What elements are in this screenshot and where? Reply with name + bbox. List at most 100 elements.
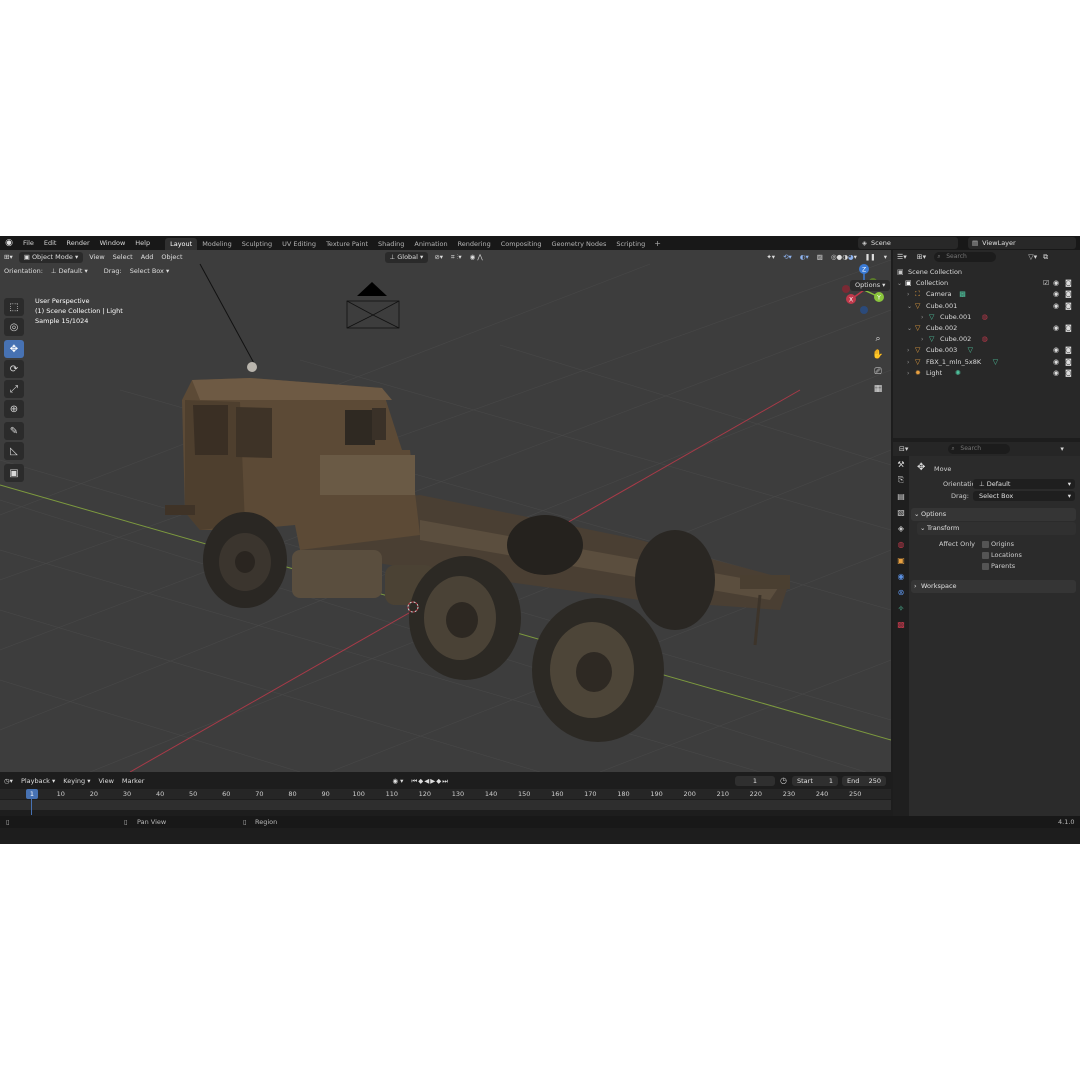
- playback-controls[interactable]: ⏮◆◀▶◆⏭: [407, 775, 453, 787]
- orientation-dropdown[interactable]: ⊥ Default ▾: [47, 265, 92, 277]
- exclude-checkbox-icon[interactable]: ☑: [1043, 278, 1049, 289]
- keyframe-track[interactable]: [0, 800, 891, 810]
- scene-tab-icon[interactable]: ◈: [893, 520, 909, 536]
- end-frame-field[interactable]: End 250: [842, 776, 886, 786]
- transform-orientation-selector[interactable]: ⊥ Global ▾: [384, 251, 429, 263]
- tab-modeling[interactable]: Modeling: [197, 238, 237, 250]
- perspective-toggle-icon[interactable]: ▦: [870, 381, 886, 396]
- camera-view-icon[interactable]: ⎚: [870, 364, 886, 379]
- options-panel-header[interactable]: ⌄ Options: [911, 508, 1076, 521]
- expand-chevron-icon[interactable]: ⌄: [907, 323, 912, 334]
- expand-chevron-icon[interactable]: ⌄: [907, 301, 912, 312]
- add-cube-tool-icon[interactable]: ▣: [4, 464, 24, 482]
- pivot-icon[interactable]: ⊘▾: [430, 251, 447, 263]
- menu-help[interactable]: Help: [130, 236, 155, 250]
- collapse-chevron-icon[interactable]: ›: [907, 357, 909, 368]
- outliner-row[interactable]: › ▽ Cube.001 ◍: [893, 312, 1080, 323]
- overlays-toggle-icon[interactable]: ◐▾: [796, 251, 813, 263]
- props-orientation-dropdown[interactable]: ⊥ Default ▾: [973, 479, 1075, 489]
- start-frame-field[interactable]: Start 1: [792, 776, 838, 786]
- select-box-tool-icon[interactable]: ⬚: [4, 298, 24, 316]
- outliner-row[interactable]: › ✹ Light ✺ ◉ ◙: [893, 368, 1080, 379]
- drag-dropdown[interactable]: Select Box ▾: [126, 265, 174, 277]
- eye-icon[interactable]: ◉: [1053, 368, 1059, 379]
- tab-compositing[interactable]: Compositing: [496, 238, 547, 250]
- output-tab-icon[interactable]: ▤: [893, 488, 909, 504]
- collapse-chevron-icon[interactable]: ›: [921, 334, 923, 345]
- pan-hand-icon[interactable]: ✋: [870, 347, 886, 362]
- menu-select[interactable]: Select: [109, 251, 137, 263]
- outliner-row[interactable]: ⌄ ▣ Collection ☑ ◉ ◙: [893, 278, 1080, 289]
- expand-chevron-icon[interactable]: ⌄: [897, 278, 902, 289]
- pause-render-icon[interactable]: ❚❚: [861, 251, 880, 263]
- outliner-display-mode-icon[interactable]: ⊞▾: [917, 253, 926, 261]
- camera-object[interactable]: [346, 282, 400, 329]
- outliner-row[interactable]: › ▽ Cube.002 ◍: [893, 334, 1080, 345]
- eye-icon[interactable]: ◉: [1053, 323, 1059, 334]
- properties-search-input[interactable]: ⌕ Search: [948, 444, 1011, 454]
- eye-icon[interactable]: ◉: [1053, 301, 1059, 312]
- tab-rendering[interactable]: Rendering: [453, 238, 496, 250]
- eye-icon[interactable]: ◉: [1053, 357, 1059, 368]
- menu-window[interactable]: Window: [95, 236, 131, 250]
- eye-icon[interactable]: ◉: [1053, 278, 1059, 289]
- 3d-viewport[interactable]: Z X Y ⊞▾ ▣ Object Mode ▾ View Select Add…: [0, 250, 891, 772]
- rotate-tool-icon[interactable]: ⟳: [4, 360, 24, 378]
- tool-tab-icon[interactable]: ⚒: [893, 456, 909, 472]
- zoom-icon[interactable]: ⌕: [870, 331, 886, 346]
- preview-range-icon[interactable]: ◷: [780, 776, 787, 786]
- props-drag-dropdown[interactable]: Select Box ▾: [973, 491, 1075, 501]
- header-collapse-icon[interactable]: ▾: [880, 251, 891, 263]
- tab-scripting[interactable]: Scripting: [611, 238, 650, 250]
- eye-icon[interactable]: ◉: [1053, 345, 1059, 356]
- filter-icon[interactable]: ▽▾: [1028, 253, 1037, 261]
- render-camera-icon[interactable]: ◙: [1065, 357, 1072, 368]
- playhead-marker[interactable]: 1: [26, 789, 38, 799]
- current-frame-field[interactable]: 1: [735, 776, 775, 786]
- tab-layout[interactable]: Layout: [165, 238, 198, 250]
- tab-sculpting[interactable]: Sculpting: [237, 238, 277, 250]
- tab-shading[interactable]: Shading: [373, 238, 409, 250]
- render-camera-icon[interactable]: ◙: [1065, 301, 1072, 312]
- tab-texture-paint[interactable]: Texture Paint: [321, 238, 373, 250]
- outliner-row[interactable]: ⌄ ▽ Cube.001 ◉ ◙: [893, 301, 1080, 312]
- collapse-chevron-icon[interactable]: ›: [907, 368, 909, 379]
- light-data-tab-icon[interactable]: ✧: [893, 600, 909, 616]
- menu-object[interactable]: Object: [157, 251, 186, 263]
- render-camera-icon[interactable]: ◙: [1065, 289, 1072, 300]
- constraints-tab-icon[interactable]: ⊗: [893, 584, 909, 600]
- scene-selector[interactable]: ◈ Scene: [858, 237, 958, 249]
- texture-tab-icon[interactable]: ▩: [893, 616, 909, 632]
- marker-menu[interactable]: Marker: [118, 775, 148, 787]
- measure-tool-icon[interactable]: ◺: [4, 442, 24, 460]
- xray-toggle-icon[interactable]: ▨: [813, 251, 827, 263]
- eye-icon[interactable]: ◉: [1053, 289, 1059, 300]
- shading-mode-icons[interactable]: ◎●◑◕▾: [827, 251, 861, 263]
- menu-render[interactable]: Render: [61, 236, 94, 250]
- origins-checkbox[interactable]: [982, 541, 989, 548]
- properties-options-icon[interactable]: ▾: [1060, 445, 1064, 453]
- annotate-tool-icon[interactable]: ✎: [4, 422, 24, 440]
- menu-add[interactable]: Add: [137, 251, 158, 263]
- cursor-tool-icon[interactable]: ◎: [4, 318, 24, 336]
- render-camera-icon[interactable]: ◙: [1065, 368, 1072, 379]
- record-icon[interactable]: ◉ ▾: [388, 775, 407, 787]
- properties-editor-type-icon[interactable]: ⊟▾: [899, 445, 908, 453]
- proportional-edit-icon[interactable]: ◉ ⋀: [466, 251, 487, 263]
- timeline-view-menu[interactable]: View: [94, 775, 117, 787]
- tab-animation[interactable]: Animation: [409, 238, 452, 250]
- tab-geometry-nodes[interactable]: Geometry Nodes: [547, 238, 612, 250]
- parents-checkbox[interactable]: [982, 563, 989, 570]
- blender-logo-icon[interactable]: ◉: [0, 238, 18, 248]
- world-tab-icon[interactable]: ◍: [893, 536, 909, 552]
- snap-icon[interactable]: ⌗ ⫶▾: [447, 251, 466, 263]
- timeline-editor-type-icon[interactable]: ◷▾: [0, 775, 17, 787]
- editor-type-icon[interactable]: ⊞▾: [0, 251, 17, 263]
- outliner-row[interactable]: ▣ Scene Collection: [893, 267, 1080, 278]
- add-workspace-button[interactable]: +: [650, 239, 665, 248]
- tab-uv-editing[interactable]: UV Editing: [277, 238, 321, 250]
- collapse-chevron-icon[interactable]: ›: [907, 289, 909, 300]
- menu-file[interactable]: File: [18, 236, 39, 250]
- object-tab-icon[interactable]: ▣: [893, 552, 909, 568]
- outliner-row[interactable]: › ▽ FBX_1_mln_5x8K ▽ ◉ ◙: [893, 357, 1080, 368]
